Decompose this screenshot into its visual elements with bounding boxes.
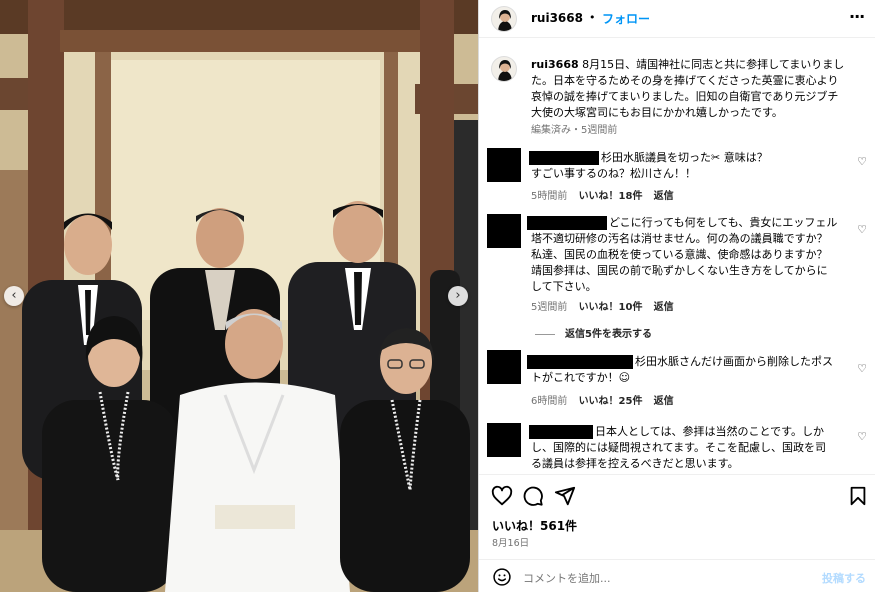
add-comment-bar: 投稿する <box>479 559 875 593</box>
comment-text: 靖国参拝は、国民の前で恥ずかしくない生き方をしてからに <box>531 264 828 277</box>
avatar[interactable] <box>491 6 517 32</box>
comment-time: 5時間前 <box>531 191 568 202</box>
comment-reply-button[interactable]: 返信 <box>654 302 674 313</box>
comment-text: 杉田水脈さんだけ画面から削除したポス <box>635 355 833 368</box>
post-side-panel: rui3668 • フォロー ··· rui3668 8月15日、靖国神社に同志… <box>478 0 875 592</box>
caption-meta: 編集済み・5週間前 <box>531 125 618 136</box>
caption-avatar[interactable] <box>491 56 517 82</box>
post-header: rui3668 • フォロー ··· <box>479 0 875 38</box>
post-date: 8月16日 <box>492 538 530 549</box>
redacted-username <box>529 151 599 165</box>
comment-text: 私達、国民の血税を使っている意識、使命感はありますか？ <box>531 248 828 261</box>
caption-line: 大使の大塚宮司にもお目にかかれ嬉しかったです。 <box>531 106 783 119</box>
comment-like-heart-icon[interactable]: ♡ <box>857 155 867 168</box>
comment-likes[interactable]: いいね！18件 <box>579 191 643 202</box>
view-replies-label: 返信5件を表示する <box>565 329 652 340</box>
header-username[interactable]: rui3668 <box>531 11 583 25</box>
previous-photo-button[interactable]: ‹ <box>4 286 24 306</box>
likes-count[interactable]: いいね！561件 <box>492 517 577 534</box>
comment-input[interactable] <box>521 568 805 588</box>
redacted-avatar <box>487 350 521 384</box>
caption-line: た。日本を守るためその身を捧げてくださった英霊に衷心より <box>531 74 839 87</box>
view-replies-button[interactable]: 返信5件を表示する <box>535 325 652 340</box>
header-separator: • <box>589 11 596 24</box>
bookmark-icon[interactable] <box>847 485 869 507</box>
comment-like-heart-icon[interactable]: ♡ <box>857 223 867 236</box>
comment-text: トがこれですか！☺︎ <box>531 371 631 384</box>
more-options-icon[interactable]: ··· <box>849 7 865 26</box>
redacted-avatar <box>487 423 521 457</box>
redacted-username <box>529 425 593 439</box>
redacted-avatar <box>487 148 521 182</box>
like-heart-icon[interactable] <box>491 485 513 507</box>
comment-like-heart-icon[interactable]: ♡ <box>857 430 867 443</box>
view-replies-line <box>535 333 555 335</box>
caption-username[interactable]: rui3668 <box>531 58 579 71</box>
comment-text: 塔不適切研修の汚名は消せません。何の為の議員職ですか？ <box>531 232 828 245</box>
group-photo-illustration <box>0 0 478 592</box>
comment-text: どこに行っても何をしても、貴女にエッフェル <box>609 216 838 229</box>
comment-likes[interactable]: いいね！10件 <box>579 302 643 313</box>
avatar-portrait-icon <box>498 10 512 31</box>
instagram-post-view: ‹ › rui3668 • フォロー ··· rui3668 8月15日、靖国神… <box>0 0 875 592</box>
comment-text: 日本人としては、参拝は当然のことです。しか <box>595 425 825 438</box>
avatar-portrait-icon <box>498 60 512 81</box>
comment-time: 5週間前 <box>531 302 568 313</box>
redacted-avatar <box>487 214 521 248</box>
post-photo[interactable]: ‹ › <box>0 0 478 592</box>
caption-line: 8月15日、靖国神社に同志と共に参拝してまいりまし <box>582 58 845 71</box>
next-photo-button[interactable]: › <box>448 286 468 306</box>
comment-likes[interactable]: いいね！25件 <box>579 396 643 407</box>
share-send-icon[interactable] <box>554 485 576 507</box>
comment-text: すごい事するのね？松川さん！！ <box>531 167 696 180</box>
comment-like-heart-icon[interactable]: ♡ <box>857 362 867 375</box>
post-comment-button[interactable]: 投稿する <box>822 570 866 586</box>
comment-reply-button[interactable]: 返信 <box>654 191 674 202</box>
comment-time: 6時間前 <box>531 396 568 407</box>
caption-line: 哀悼の誠を捧げてまいりました。旧知の自衛官であり元ジブチ <box>531 90 839 103</box>
comment-text: る議員は参拝を控えるべきだと思います。 <box>531 457 739 470</box>
redacted-username <box>527 355 633 369</box>
comment-text: 杉田水脈議員を切った✂︎ 意味は？ <box>601 151 768 164</box>
emoji-smiley-icon[interactable] <box>492 567 512 587</box>
comment-text: して下さい。 <box>531 280 597 293</box>
redacted-username <box>527 216 607 230</box>
post-actions: いいね！561件 8月16日 <box>479 474 875 560</box>
follow-button[interactable]: フォロー <box>602 10 650 27</box>
comment-text: し、国際的には疑問視されてます。そこを配慮し、国政を司 <box>531 441 827 454</box>
comment-reply-button[interactable]: 返信 <box>654 396 674 407</box>
comment-bubble-icon[interactable] <box>522 485 544 507</box>
